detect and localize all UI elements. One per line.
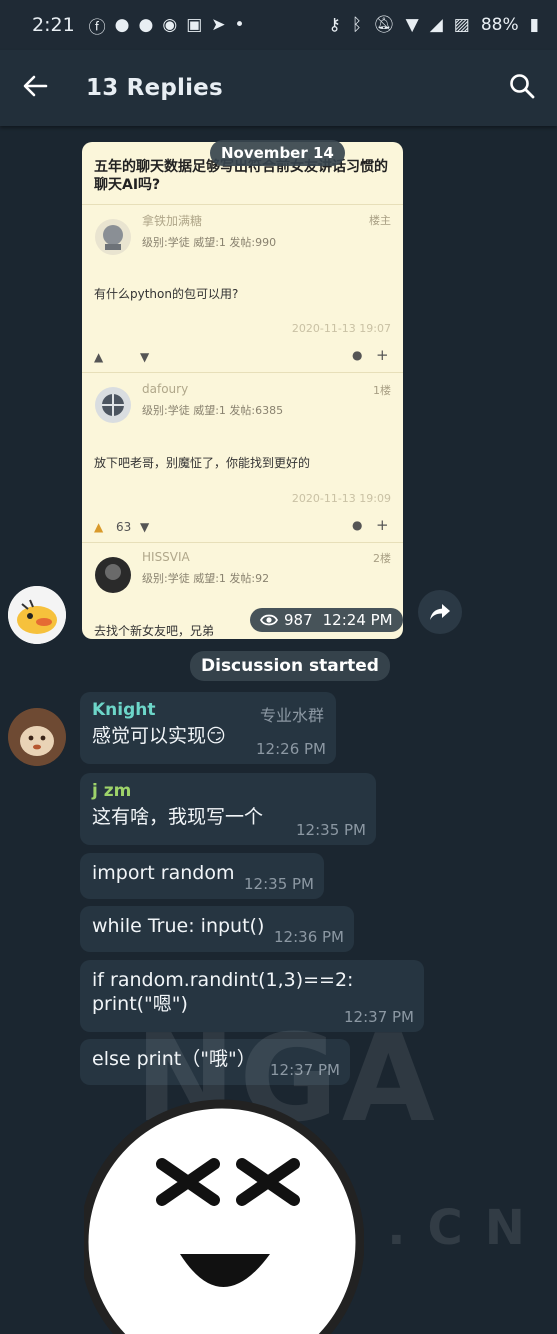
mute-icon: 🔕︎ [373,15,395,35]
forum-date-2: 2020-11-13 19:09 [291,492,391,505]
telegram-icon: ➤ [211,15,226,35]
user-avatar-knight[interactable] [8,708,66,766]
status-time: 2:21 [32,14,75,36]
forum-avatar-3 [95,557,131,593]
sticker-face[interactable] [84,1094,364,1334]
forum-username-1: 拿铁加满糖 [142,214,203,228]
message-knight[interactable]: Knight 专业水群 感觉可以实现😏 12:26 PM [80,692,336,764]
forum-text-2: 放下吧老哥，别魔怔了，你能找到更好的 [94,456,311,470]
more-dot-icon: • [234,15,245,35]
no-sim-icon: ▨ [453,15,470,35]
sender-role: 专业水群 [259,706,324,725]
page-title: 13 Replies [86,75,223,101]
eye-icon [260,614,278,626]
post-photo[interactable]: 五年的聊天数据足够写出符合前女友讲话习惯的聊天AI吗? 拿铁加满糖 楼主 级别:… [82,142,403,639]
meituan-icon: ▣ [186,15,203,35]
forum-meta-1: 级别:学徒 威望:1 发帖:990 [142,236,277,249]
back-arrow-icon[interactable] [22,75,48,101]
sender-name[interactable]: j zm [92,781,364,801]
plus-icon: + [376,346,389,364]
post-time: 12:24 PM [322,611,393,629]
status-bar: 2:21 ⓕ ● ● ◉ ▣ ➤ • ⚷ ᛒ 🔕︎ ▼ ◢ ▨ 88% ▮ [0,0,557,50]
qq-icon-2: ● [138,15,154,35]
thumb-up-icon: ▲ [94,520,104,534]
wifi-icon: ▼ [405,15,419,35]
battery-icon: ▮ [529,15,539,35]
comment-icon: ● [352,348,363,362]
search-icon[interactable] [509,73,535,103]
message-time: 12:26 PM [256,740,326,758]
share-button[interactable] [418,590,462,634]
notification-icons: ⓕ ● ● ◉ ▣ ➤ • [89,13,245,38]
forum-username-2: dafoury [142,382,189,396]
key-icon: ⚷ [328,15,341,35]
message-jzm-4[interactable]: if random.randint(1,3)==2: print("嗯") 12… [80,960,424,1032]
forum-meta-3: 级别:学徒 威望:1 发帖:92 [142,572,270,585]
facebook-icon: ⓕ [88,17,106,38]
message-jzm-5[interactable]: else print（"哦"） 12:37 PM [80,1039,350,1085]
message-jzm-3[interactable]: while True: input() 12:36 PM [80,906,354,952]
forum-avatar-1 [95,219,131,255]
message-time: 12:35 PM [296,821,366,839]
forum-floor-3: 2楼 [373,552,391,565]
forum-text-3: 去找个新女友吧，兄弟 [94,624,215,638]
like-count: 63 [116,520,132,534]
view-count: 987 [284,611,313,629]
plus-icon: + [376,516,389,534]
wechat-icon: ◉ [162,15,178,35]
date-separator: November 14 [210,140,345,166]
forum-username-3: HISSVIA [142,550,190,564]
thumb-down-icon: ▼ [140,350,150,364]
message-time: 12:37 PM [270,1061,340,1079]
message-jzm-2[interactable]: import random 12:35 PM [80,853,324,899]
signal-icon: ◢ [429,15,443,35]
forum-date-1: 2020-11-13 19:07 [291,322,391,335]
channel-avatar[interactable] [8,586,66,644]
forum-text-1: 有什么python的包可以用? [94,287,239,301]
qq-icon: ● [114,15,130,35]
message-jzm-1[interactable]: j zm 这有啥，我现写一个 12:35 PM [80,773,376,845]
forum-post-1 [82,204,403,335]
message-time: 12:37 PM [344,1008,414,1026]
battery-text: 88% [480,15,519,35]
share-arrow-icon [430,604,450,620]
views-and-time: 987 12:24 PM [250,608,403,632]
bluetooth-icon: ᛒ [351,15,363,35]
system-icons: ⚷ ᛒ 🔕︎ ▼ ◢ ▨ 88% ▮ [328,15,539,35]
thumb-down-icon: ▼ [140,520,150,534]
discussion-started-label: Discussion started [190,651,390,681]
forum-meta-2: 级别:学徒 威望:1 发帖:6385 [142,404,284,417]
app-bar: 13 Replies [0,50,557,126]
forum-avatar-2 [95,387,131,423]
thumb-up-icon: ▲ [94,350,104,364]
message-time: 12:35 PM [244,875,314,893]
comment-icon: ● [352,518,363,532]
forum-floor-2: 1楼 [373,384,391,397]
message-time: 12:36 PM [274,928,344,946]
forum-badge-1: 楼主 [369,214,391,227]
